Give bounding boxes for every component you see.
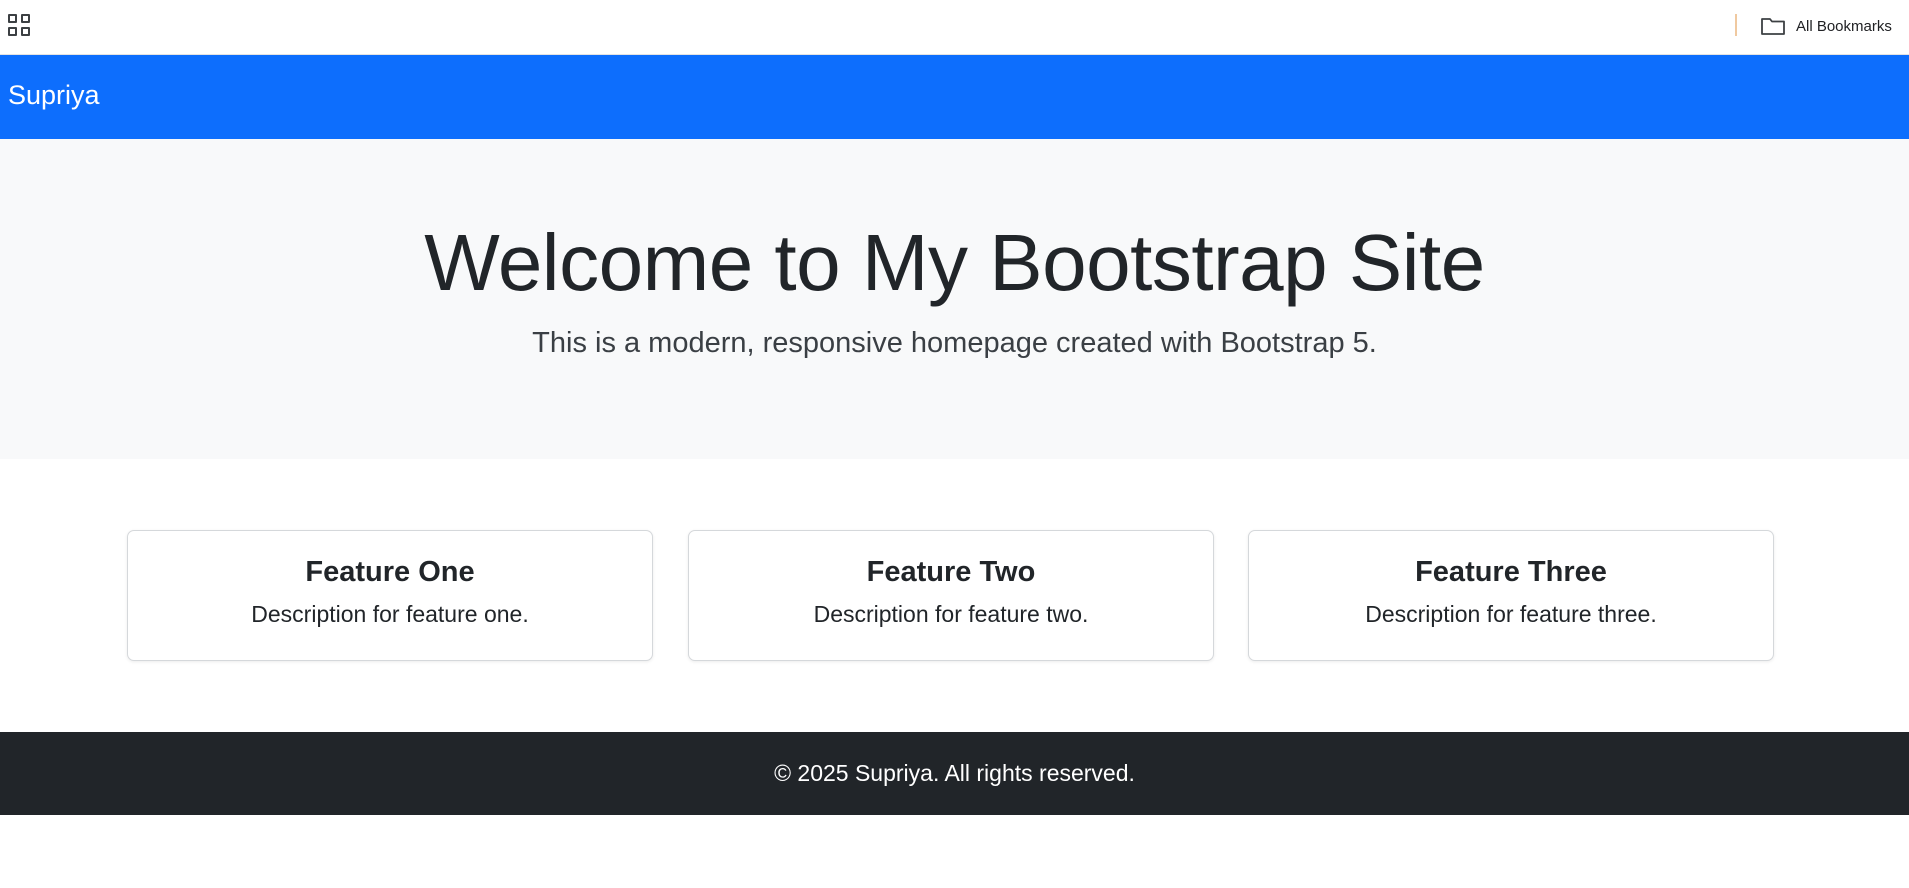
feature-card-description: Description for feature one.: [251, 601, 529, 627]
feature-card-description: Description for feature three.: [1365, 601, 1657, 627]
feature-card-title: Feature One: [305, 556, 475, 588]
features-section: Feature One Description for feature one.…: [0, 530, 1909, 662]
navbar-brand[interactable]: Supriya: [8, 80, 100, 111]
all-bookmarks-button[interactable]: All Bookmarks: [1760, 12, 1892, 40]
feature-card-two: Feature Two Description for feature two.: [688, 530, 1214, 661]
feature-card-description: Description for feature two.: [813, 601, 1089, 627]
footer: © 2025 Supriya. All rights reserved.: [0, 732, 1909, 815]
hero-subtitle: This is a modern, responsive homepage cr…: [532, 327, 1377, 359]
all-bookmarks-label: All Bookmarks: [1796, 17, 1892, 35]
bookmarks-divider: [1735, 14, 1737, 36]
navbar: Supriya: [0, 55, 1909, 139]
bookmarks-bar: All Bookmarks: [0, 0, 1909, 55]
hero-section: Welcome to My Bootstrap Site This is a m…: [0, 139, 1909, 459]
feature-card-one: Feature One Description for feature one.: [127, 530, 653, 661]
folder-icon: [1761, 18, 1785, 35]
apps-grid-icon[interactable]: [8, 14, 30, 36]
feature-card-title: Feature Three: [1415, 556, 1607, 588]
feature-card-title: Feature Two: [866, 556, 1036, 588]
feature-card-three: Feature Three Description for feature th…: [1248, 530, 1774, 661]
footer-copyright: © 2025 Supriya. All rights reserved.: [774, 760, 1135, 786]
hero-title: Welcome to My Bootstrap Site: [424, 218, 1485, 307]
